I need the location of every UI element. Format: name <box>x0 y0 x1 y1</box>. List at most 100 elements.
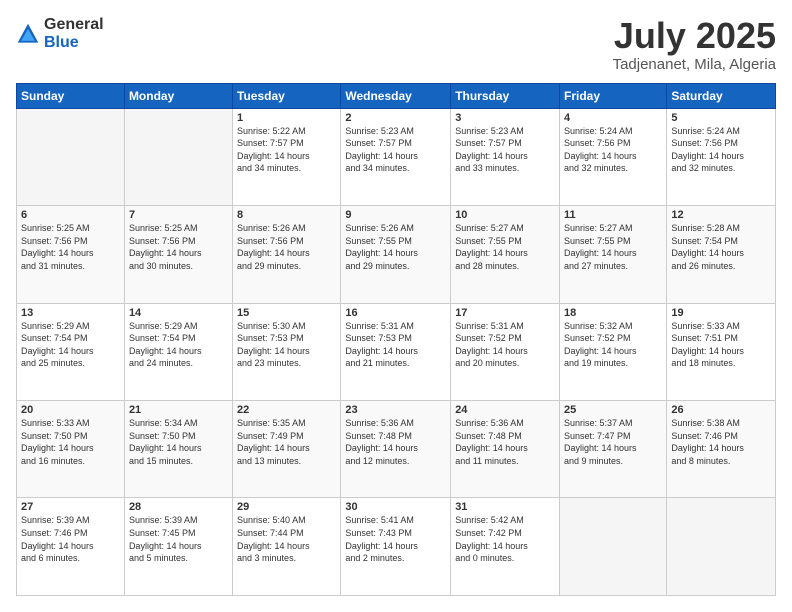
day-info: Sunrise: 5:32 AM Sunset: 7:52 PM Dayligh… <box>564 320 662 370</box>
logo-general-label: General <box>44 16 104 34</box>
day-info: Sunrise: 5:39 AM Sunset: 7:46 PM Dayligh… <box>21 514 120 564</box>
logo-blue-label: Blue <box>44 34 104 52</box>
day-info: Sunrise: 5:27 AM Sunset: 7:55 PM Dayligh… <box>455 222 555 272</box>
calendar-cell: 8Sunrise: 5:26 AM Sunset: 7:56 PM Daylig… <box>233 206 341 303</box>
calendar-cell <box>124 108 232 205</box>
calendar-cell: 28Sunrise: 5:39 AM Sunset: 7:45 PM Dayli… <box>124 498 232 596</box>
calendar-cell: 21Sunrise: 5:34 AM Sunset: 7:50 PM Dayli… <box>124 401 232 498</box>
calendar-cell <box>560 498 667 596</box>
calendar-cell: 16Sunrise: 5:31 AM Sunset: 7:53 PM Dayli… <box>341 303 451 400</box>
weekday-header: Friday <box>560 83 667 108</box>
day-info: Sunrise: 5:29 AM Sunset: 7:54 PM Dayligh… <box>129 320 228 370</box>
calendar-cell: 2Sunrise: 5:23 AM Sunset: 7:57 PM Daylig… <box>341 108 451 205</box>
day-number: 16 <box>345 307 446 319</box>
calendar-cell: 26Sunrise: 5:38 AM Sunset: 7:46 PM Dayli… <box>667 401 776 498</box>
day-number: 27 <box>21 501 120 513</box>
day-info: Sunrise: 5:26 AM Sunset: 7:55 PM Dayligh… <box>345 222 446 272</box>
day-number: 26 <box>671 404 771 416</box>
weekday-header: Saturday <box>667 83 776 108</box>
day-number: 17 <box>455 307 555 319</box>
calendar-cell: 29Sunrise: 5:40 AM Sunset: 7:44 PM Dayli… <box>233 498 341 596</box>
calendar-cell: 19Sunrise: 5:33 AM Sunset: 7:51 PM Dayli… <box>667 303 776 400</box>
calendar-cell: 14Sunrise: 5:29 AM Sunset: 7:54 PM Dayli… <box>124 303 232 400</box>
calendar-cell: 27Sunrise: 5:39 AM Sunset: 7:46 PM Dayli… <box>17 498 125 596</box>
calendar-cell: 4Sunrise: 5:24 AM Sunset: 7:56 PM Daylig… <box>560 108 667 205</box>
day-info: Sunrise: 5:36 AM Sunset: 7:48 PM Dayligh… <box>345 417 446 467</box>
day-info: Sunrise: 5:41 AM Sunset: 7:43 PM Dayligh… <box>345 514 446 564</box>
day-number: 31 <box>455 501 555 513</box>
weekday-header-row: SundayMondayTuesdayWednesdayThursdayFrid… <box>17 83 776 108</box>
day-info: Sunrise: 5:24 AM Sunset: 7:56 PM Dayligh… <box>564 125 662 175</box>
header: General Blue July 2025 Tadjenanet, Mila,… <box>16 16 776 73</box>
day-number: 9 <box>345 209 446 221</box>
day-info: Sunrise: 5:23 AM Sunset: 7:57 PM Dayligh… <box>455 125 555 175</box>
day-number: 5 <box>671 112 771 124</box>
day-info: Sunrise: 5:36 AM Sunset: 7:48 PM Dayligh… <box>455 417 555 467</box>
calendar-cell: 17Sunrise: 5:31 AM Sunset: 7:52 PM Dayli… <box>451 303 560 400</box>
day-info: Sunrise: 5:25 AM Sunset: 7:56 PM Dayligh… <box>21 222 120 272</box>
day-number: 6 <box>21 209 120 221</box>
day-info: Sunrise: 5:31 AM Sunset: 7:52 PM Dayligh… <box>455 320 555 370</box>
weekday-header: Thursday <box>451 83 560 108</box>
calendar-cell: 5Sunrise: 5:24 AM Sunset: 7:56 PM Daylig… <box>667 108 776 205</box>
day-number: 30 <box>345 501 446 513</box>
calendar-cell: 13Sunrise: 5:29 AM Sunset: 7:54 PM Dayli… <box>17 303 125 400</box>
day-number: 7 <box>129 209 228 221</box>
day-number: 20 <box>21 404 120 416</box>
weekday-header: Wednesday <box>341 83 451 108</box>
day-number: 1 <box>237 112 336 124</box>
calendar-week-row: 20Sunrise: 5:33 AM Sunset: 7:50 PM Dayli… <box>17 401 776 498</box>
weekday-header: Monday <box>124 83 232 108</box>
location: Tadjenanet, Mila, Algeria <box>613 56 776 73</box>
day-number: 4 <box>564 112 662 124</box>
day-number: 3 <box>455 112 555 124</box>
calendar-cell: 10Sunrise: 5:27 AM Sunset: 7:55 PM Dayli… <box>451 206 560 303</box>
day-info: Sunrise: 5:31 AM Sunset: 7:53 PM Dayligh… <box>345 320 446 370</box>
calendar-week-row: 6Sunrise: 5:25 AM Sunset: 7:56 PM Daylig… <box>17 206 776 303</box>
weekday-header: Sunday <box>17 83 125 108</box>
day-info: Sunrise: 5:24 AM Sunset: 7:56 PM Dayligh… <box>671 125 771 175</box>
day-number: 12 <box>671 209 771 221</box>
day-info: Sunrise: 5:30 AM Sunset: 7:53 PM Dayligh… <box>237 320 336 370</box>
day-number: 24 <box>455 404 555 416</box>
day-info: Sunrise: 5:25 AM Sunset: 7:56 PM Dayligh… <box>129 222 228 272</box>
day-number: 22 <box>237 404 336 416</box>
day-info: Sunrise: 5:39 AM Sunset: 7:45 PM Dayligh… <box>129 514 228 564</box>
day-info: Sunrise: 5:33 AM Sunset: 7:50 PM Dayligh… <box>21 417 120 467</box>
month-title: July 2025 <box>613 16 776 56</box>
day-number: 19 <box>671 307 771 319</box>
logo-text: General Blue <box>44 16 104 51</box>
calendar-cell <box>17 108 125 205</box>
calendar-week-row: 1Sunrise: 5:22 AM Sunset: 7:57 PM Daylig… <box>17 108 776 205</box>
calendar-cell: 23Sunrise: 5:36 AM Sunset: 7:48 PM Dayli… <box>341 401 451 498</box>
calendar-cell: 25Sunrise: 5:37 AM Sunset: 7:47 PM Dayli… <box>560 401 667 498</box>
day-number: 29 <box>237 501 336 513</box>
logo: General Blue <box>16 16 104 51</box>
day-info: Sunrise: 5:23 AM Sunset: 7:57 PM Dayligh… <box>345 125 446 175</box>
day-number: 14 <box>129 307 228 319</box>
day-number: 11 <box>564 209 662 221</box>
day-number: 28 <box>129 501 228 513</box>
weekday-header: Tuesday <box>233 83 341 108</box>
day-number: 8 <box>237 209 336 221</box>
calendar-cell: 6Sunrise: 5:25 AM Sunset: 7:56 PM Daylig… <box>17 206 125 303</box>
calendar-cell: 9Sunrise: 5:26 AM Sunset: 7:55 PM Daylig… <box>341 206 451 303</box>
calendar-cell: 11Sunrise: 5:27 AM Sunset: 7:55 PM Dayli… <box>560 206 667 303</box>
day-info: Sunrise: 5:42 AM Sunset: 7:42 PM Dayligh… <box>455 514 555 564</box>
day-number: 2 <box>345 112 446 124</box>
calendar-cell: 15Sunrise: 5:30 AM Sunset: 7:53 PM Dayli… <box>233 303 341 400</box>
logo-icon <box>16 22 40 46</box>
day-info: Sunrise: 5:29 AM Sunset: 7:54 PM Dayligh… <box>21 320 120 370</box>
day-info: Sunrise: 5:28 AM Sunset: 7:54 PM Dayligh… <box>671 222 771 272</box>
page: General Blue July 2025 Tadjenanet, Mila,… <box>0 0 792 612</box>
day-number: 18 <box>564 307 662 319</box>
calendar-cell <box>667 498 776 596</box>
day-info: Sunrise: 5:33 AM Sunset: 7:51 PM Dayligh… <box>671 320 771 370</box>
day-info: Sunrise: 5:35 AM Sunset: 7:49 PM Dayligh… <box>237 417 336 467</box>
calendar-week-row: 27Sunrise: 5:39 AM Sunset: 7:46 PM Dayli… <box>17 498 776 596</box>
day-info: Sunrise: 5:37 AM Sunset: 7:47 PM Dayligh… <box>564 417 662 467</box>
calendar-cell: 20Sunrise: 5:33 AM Sunset: 7:50 PM Dayli… <box>17 401 125 498</box>
calendar-cell: 7Sunrise: 5:25 AM Sunset: 7:56 PM Daylig… <box>124 206 232 303</box>
day-info: Sunrise: 5:26 AM Sunset: 7:56 PM Dayligh… <box>237 222 336 272</box>
day-info: Sunrise: 5:27 AM Sunset: 7:55 PM Dayligh… <box>564 222 662 272</box>
